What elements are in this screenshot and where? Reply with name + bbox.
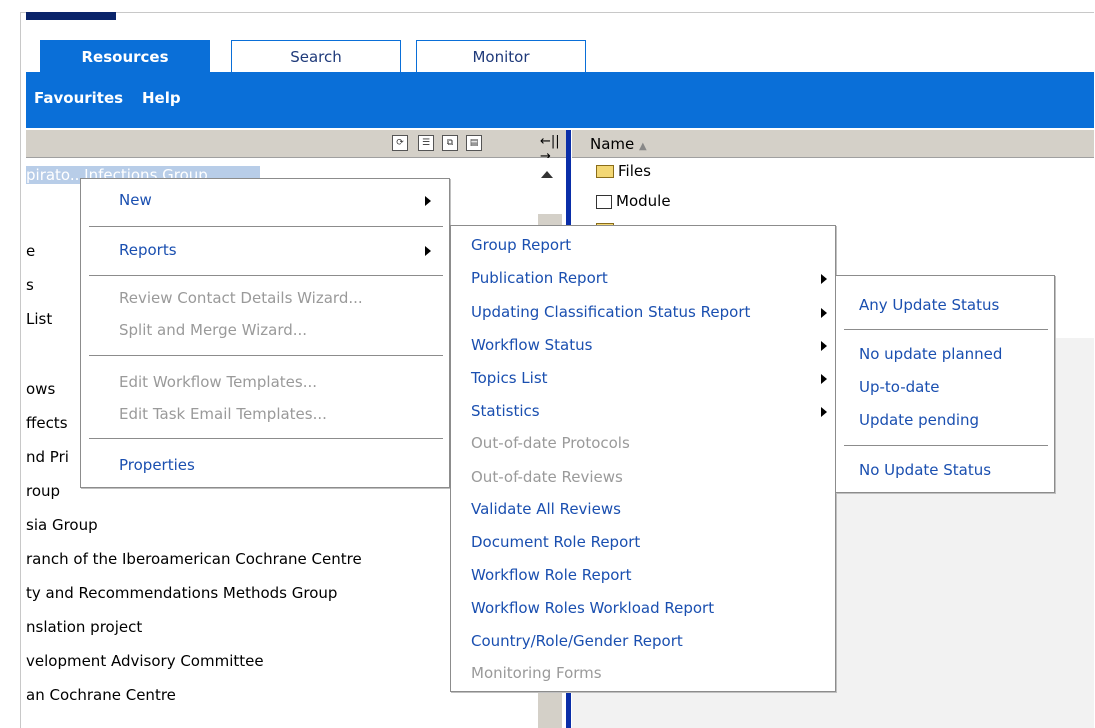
submenu-arrow-icon <box>821 308 827 318</box>
submenu-arrow-icon <box>821 274 827 284</box>
menu-separator <box>89 275 443 276</box>
menu-item-out-of-date-reviews[interactable]: Out-of-date Reviews <box>471 468 623 486</box>
submenu-arrow-icon <box>821 341 827 351</box>
tree-row[interactable]: nd Pri <box>26 448 69 466</box>
tree-row[interactable]: s <box>26 276 34 294</box>
paste-icon[interactable]: ▤ <box>466 135 482 151</box>
tab-resources[interactable]: Resources <box>40 40 210 74</box>
tree-row[interactable]: ranch of the Iberoamerican Cochrane Cent… <box>26 550 362 568</box>
menu-item-out-of-date-protocols[interactable]: Out-of-date Protocols <box>471 434 630 452</box>
menu-item-updating-classification-status-report[interactable]: Updating Classification Status Report <box>471 303 750 321</box>
top-strip <box>26 12 116 20</box>
list-item[interactable]: Module <box>596 192 671 210</box>
menu-item-edit-workflow-templates[interactable]: Edit Workflow Templates... <box>119 373 317 391</box>
submenu-arrow-icon <box>425 246 431 256</box>
scroll-up-icon[interactable] <box>541 171 553 178</box>
menu-item-statistics[interactable]: Statistics <box>471 402 540 420</box>
submenu-arrow-icon <box>821 374 827 384</box>
context-menu: New Reports Review Contact Details Wizar… <box>80 178 450 488</box>
menu-item-group-report[interactable]: Group Report <box>471 236 571 254</box>
copy-icon[interactable]: ⧉ <box>442 135 458 151</box>
menu-item-country-role-gender-report[interactable]: Country/Role/Gender Report <box>471 632 683 650</box>
menu-item-workflow-status[interactable]: Workflow Status <box>471 336 592 354</box>
menu-item-up-to-date[interactable]: Up-to-date <box>859 378 940 396</box>
menu-item-no-update-planned[interactable]: No update planned <box>859 345 1002 363</box>
menu-item-new[interactable]: New <box>119 191 152 209</box>
menu-item-update-pending[interactable]: Update pending <box>859 411 979 429</box>
menu-separator <box>89 226 443 227</box>
refresh-icon[interactable]: ⟳ <box>392 135 408 151</box>
menu-item-publication-report[interactable]: Publication Report <box>471 269 608 287</box>
tree-row[interactable]: ty and Recommendations Methods Group <box>26 584 337 602</box>
menu-item-monitoring-forms[interactable]: Monitoring Forms <box>471 664 602 682</box>
list-header: Name ▲ <box>572 130 1094 158</box>
menu-item-split-merge-wizard[interactable]: Split and Merge Wizard... <box>119 321 307 339</box>
menu-separator <box>844 445 1048 446</box>
menu-help[interactable]: Help <box>142 89 181 107</box>
submenu-arrow-icon <box>425 196 431 206</box>
tab-monitor[interactable]: Monitor <box>416 40 586 74</box>
menu-favourites[interactable]: Favourites <box>34 89 123 107</box>
column-name-header[interactable]: Name ▲ <box>590 135 647 153</box>
tree-row[interactable]: sia Group <box>26 516 98 534</box>
menu-item-edit-task-email-templates[interactable]: Edit Task Email Templates... <box>119 405 327 423</box>
menu-item-document-role-report[interactable]: Document Role Report <box>471 533 640 551</box>
tree-toolbar: ⟳ ☰ ⧉ ▤ ←||→ <box>26 130 568 164</box>
tree-row[interactable]: an Cochrane Centre <box>26 686 176 704</box>
menu-item-reports[interactable]: Reports <box>119 241 177 259</box>
menu-separator <box>89 438 443 439</box>
update-status-submenu: Any Update Status No update planned Up-t… <box>835 275 1055 493</box>
menu-item-no-update-status[interactable]: No Update Status <box>859 461 991 479</box>
tree-row[interactable]: roup <box>26 482 60 500</box>
menu-bar: Favourites Help <box>26 75 1094 128</box>
menu-item-workflow-role-report[interactable]: Workflow Role Report <box>471 566 631 584</box>
menu-separator <box>89 355 443 356</box>
tree-row[interactable]: nslation project <box>26 618 142 636</box>
menu-item-properties[interactable]: Properties <box>119 456 195 474</box>
sort-asc-icon: ▲ <box>639 141 647 152</box>
menu-item-topics-list[interactable]: Topics List <box>471 369 548 387</box>
menu-separator <box>844 329 1048 330</box>
tab-search[interactable]: Search <box>231 40 401 74</box>
tree-row[interactable]: ffects <box>26 414 68 432</box>
menu-item-review-contact-wizard[interactable]: Review Contact Details Wizard... <box>119 289 363 307</box>
submenu-arrow-icon <box>821 407 827 417</box>
module-icon <box>596 194 612 209</box>
reports-submenu: Group Report Publication Report Updating… <box>450 225 836 692</box>
menu-item-workflow-roles-workload-report[interactable]: Workflow Roles Workload Report <box>471 599 714 617</box>
tree-row[interactable]: List <box>26 310 52 328</box>
menu-item-validate-all-reviews[interactable]: Validate All Reviews <box>471 500 621 518</box>
tree-view-icon[interactable]: ☰ <box>418 135 434 151</box>
tree-row[interactable]: velopment Advisory Committee <box>26 652 264 670</box>
menu-item-any-update-status[interactable]: Any Update Status <box>859 296 999 314</box>
tree-row[interactable]: e <box>26 242 35 260</box>
list-item[interactable]: Files <box>596 162 651 180</box>
tree-row[interactable]: ows <box>26 380 55 398</box>
folder-icon <box>596 165 614 178</box>
